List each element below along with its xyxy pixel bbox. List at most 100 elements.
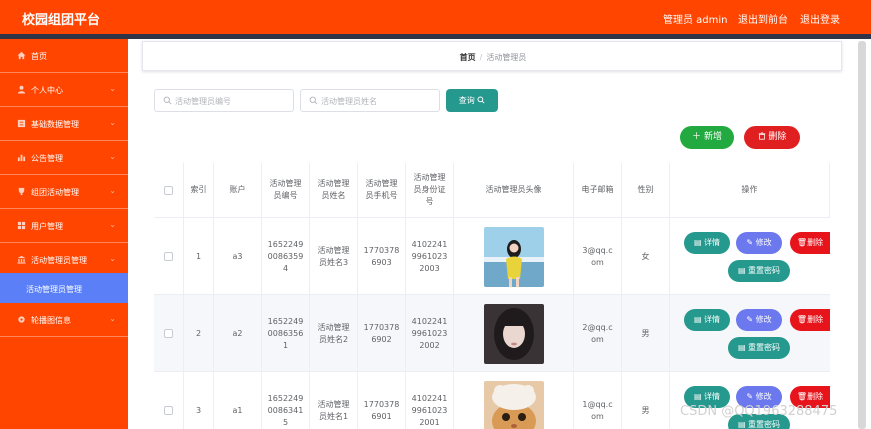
logout-link[interactable]: 退出登录	[800, 11, 840, 26]
sidebar-item-label: 用户管理	[31, 222, 63, 231]
cell-number: 1652249 0086359 4	[262, 218, 310, 295]
chevron-down-icon: ⌄	[109, 186, 116, 195]
sidebar: 首页 个人中心 ⌄ 基础数据管理 ⌄ 公告管理 ⌄ 组团活动管理 ⌄ 用户管理 …	[0, 39, 128, 429]
chevron-down-icon: ⌄	[109, 254, 116, 263]
header-cell: 活动管理 员手机号	[358, 163, 406, 218]
trash-icon: 🗑	[796, 238, 808, 247]
avatar	[483, 226, 544, 287]
header-cell: 性别	[622, 163, 670, 218]
sidebar-item-label: 个人中心	[31, 86, 63, 95]
table-row: 2 a2 1652249 0086356 1 活动管理 员姓名2 1770378…	[154, 295, 830, 372]
cell-index: 1	[184, 218, 214, 295]
admin-user-link[interactable]: 管理员 admin	[663, 11, 728, 26]
sidebar-item-users[interactable]: 用户管理 ⌄	[0, 209, 128, 243]
plus-icon: ＋	[692, 132, 702, 142]
avatar	[483, 303, 544, 364]
main-content: 首页/活动管理员 查询 ＋ 新增 删除 索引 账户 活动管理 员编号 活动管理 …	[128, 39, 871, 429]
cell-gender: 男	[622, 372, 670, 429]
sidebar-item-activity-admin[interactable]: 活动管理员管理 ⌄	[0, 243, 128, 277]
apps-icon	[17, 221, 26, 230]
sidebar-item-home[interactable]: 首页	[0, 39, 128, 73]
add-button-label: 新增	[703, 132, 722, 142]
detail-button[interactable]: ▤ 详情	[684, 309, 730, 331]
chevron-down-icon: ⌄	[109, 314, 116, 323]
cell-idcard: 4102241 9961023 2003	[406, 218, 454, 295]
chevron-down-icon: ⌄	[109, 220, 116, 229]
delete-button[interactable]: 🗑删除	[790, 309, 830, 331]
cell-email: 1@qq.c om	[574, 372, 622, 429]
sidebar-item-notice[interactable]: 公告管理 ⌄	[0, 141, 128, 175]
chevron-down-icon: ⌄	[109, 118, 116, 127]
table-row: 3 a1 1652249 0086341 5 活动管理 员姓名1 1770378…	[154, 372, 830, 429]
edit-button[interactable]: ✎ 修改	[736, 309, 782, 331]
pencil-icon: ✎	[746, 238, 756, 247]
header-cell: 电子邮箱	[574, 163, 622, 218]
search-icon	[477, 96, 485, 104]
doc-icon: ▤	[737, 343, 749, 352]
cell-actions: ▤ 详情 ✎ 修改 🗑删除 ▤ 重置密码	[670, 218, 830, 295]
cell-name: 活动管理 员姓名3	[310, 218, 358, 295]
search-id-field[interactable]	[154, 89, 294, 112]
cell-account: a3	[214, 218, 262, 295]
row-checkbox[interactable]	[164, 406, 173, 415]
cell-index: 3	[184, 372, 214, 429]
home-icon	[17, 51, 26, 60]
cell-phone: 1770378 6902	[358, 295, 406, 372]
row-checkbox[interactable]	[164, 329, 173, 338]
batch-delete-button[interactable]: 删除	[744, 126, 800, 149]
cell-actions: ▤ 详情 ✎ 修改 🗑删除 ▤ 重置密码	[670, 295, 830, 372]
sidebar-item-label: 活动管理员管理	[31, 256, 87, 265]
edit-button[interactable]: ✎ 修改	[736, 232, 782, 254]
table-row: 1 a3 1652249 0086359 4 活动管理 员姓名3 1770378…	[154, 218, 830, 295]
reset-password-button[interactable]: ▤ 重置密码	[728, 337, 790, 359]
cell-phone: 1770378 6903	[358, 218, 406, 295]
gear-icon	[18, 316, 25, 323]
cell-actions: ▤ 详情 ✎ 修改 🗑删除 ▤ 重置密码	[670, 372, 830, 429]
reset-password-button[interactable]: ▤ 重置密码	[728, 260, 790, 282]
sidebar-item-label: 首页	[31, 52, 47, 61]
breadcrumb-separator: /	[479, 53, 483, 62]
cell-gender: 男	[622, 295, 670, 372]
user-icon	[17, 85, 26, 94]
sidebar-item-base-data[interactable]: 基础数据管理 ⌄	[0, 107, 128, 141]
delete-button[interactable]: 🗑删除	[790, 232, 830, 254]
doc-icon: ▤	[737, 420, 749, 429]
trophy-icon	[18, 187, 25, 196]
back-to-front-link[interactable]: 退出到前台	[738, 11, 788, 26]
delete-button-label: 删除	[768, 132, 787, 142]
select-all-checkbox[interactable]	[164, 185, 173, 195]
add-button[interactable]: ＋ 新增	[680, 126, 734, 149]
vertical-scrollbar[interactable]	[858, 41, 866, 429]
sidebar-item-label: 公告管理	[31, 154, 63, 163]
header-cell: 活动管理 员编号	[262, 163, 310, 218]
doc-icon: ▤	[693, 315, 705, 324]
top-header: 校园组团平台 管理员 admin 退出到前台 退出登录	[0, 0, 871, 34]
sidebar-subitem-activity-admin-manage[interactable]: 活动管理员管理	[0, 273, 128, 303]
doc-icon: ▤	[737, 266, 749, 275]
breadcrumb-home[interactable]: 首页	[460, 53, 476, 62]
chart-icon	[17, 154, 26, 162]
chevron-down-icon: ⌄	[109, 84, 116, 93]
detail-button[interactable]: ▤ 详情	[684, 232, 730, 254]
row-checkbox[interactable]	[164, 252, 173, 261]
sidebar-item-carousel[interactable]: 轮播图信息 ⌄	[0, 303, 128, 337]
header-cell: 账户	[214, 163, 262, 218]
breadcrumb: 首页 / 活动管理员	[142, 41, 842, 71]
sidebar-item-label: 组团活动管理	[31, 188, 79, 197]
header-cell: 索引	[184, 163, 214, 218]
cell-idcard: 4102241 9961023 2002	[406, 295, 454, 372]
cell-name: 活动管理 员姓名2	[310, 295, 358, 372]
trash-icon: 🗑	[796, 315, 808, 324]
query-button[interactable]: 查询	[446, 89, 498, 112]
breadcrumb-current: 活动管理员	[486, 53, 527, 62]
cell-phone: 1770378 6901	[358, 372, 406, 429]
avatar	[483, 380, 544, 429]
sidebar-item-profile[interactable]: 个人中心 ⌄	[0, 73, 128, 107]
search-id-input[interactable]	[175, 93, 290, 109]
search-name-input[interactable]	[321, 93, 436, 109]
sidebar-item-group-activity[interactable]: 组团活动管理 ⌄	[0, 175, 128, 209]
bank-icon	[17, 255, 26, 264]
cell-index: 2	[184, 295, 214, 372]
search-name-field[interactable]	[300, 89, 440, 112]
query-button-label: 查询	[458, 96, 475, 105]
